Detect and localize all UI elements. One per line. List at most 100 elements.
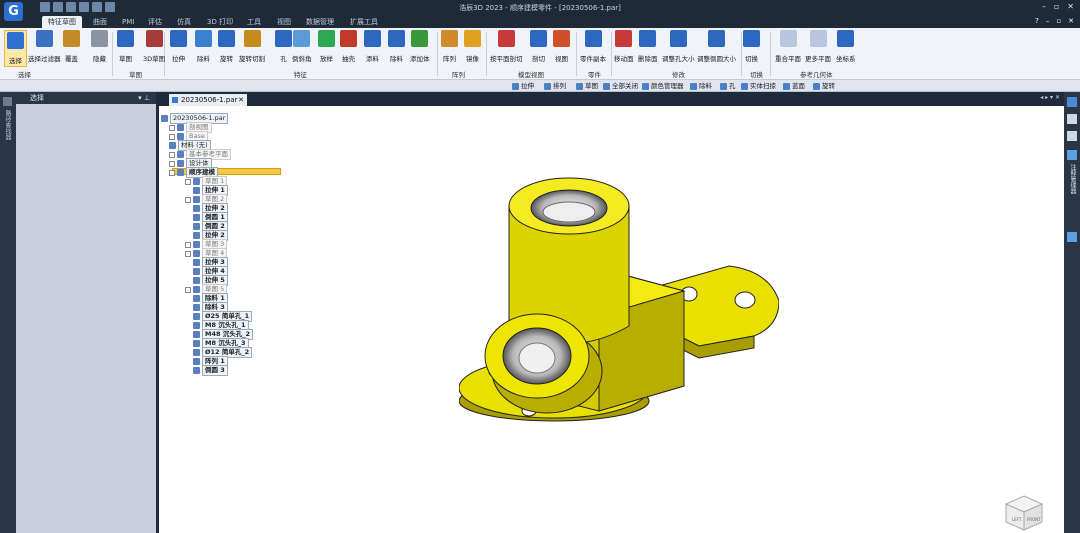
cmd-revolve[interactable]: 旋转 bbox=[813, 81, 835, 91]
tab-nav-arrows[interactable]: ◂ ▸ ▾ ✕ bbox=[1040, 94, 1060, 101]
ribbon-section-button[interactable]: 剖切 bbox=[530, 30, 547, 63]
ribbon-selection-filter-button[interactable]: 选择过滤器 bbox=[28, 30, 61, 63]
help-button[interactable]: ? bbox=[1035, 17, 1039, 25]
annotation-manager-label[interactable]: 注释管理器 bbox=[1068, 164, 1077, 194]
search-icon[interactable] bbox=[1067, 232, 1077, 242]
ribbon-view-button[interactable]: 视图 bbox=[553, 30, 570, 63]
tab-tools[interactable]: 工具 bbox=[247, 16, 261, 28]
doc-restore-button[interactable]: ▫ bbox=[1056, 17, 1061, 25]
view-cube[interactable]: LEFT FRONT bbox=[1002, 494, 1046, 532]
divider bbox=[741, 32, 742, 76]
ribbon-loft-button[interactable]: 放样 bbox=[318, 30, 335, 63]
ribbon-resize-hole-button[interactable]: 调整孔大小 bbox=[662, 30, 695, 63]
tab-surface[interactable]: 曲面 bbox=[93, 16, 107, 28]
doc-minimize-button[interactable]: – bbox=[1046, 17, 1050, 25]
more-planes-icon bbox=[809, 30, 827, 47]
ribbon-extrude-button[interactable]: 拉伸 bbox=[170, 30, 187, 63]
feature-icon bbox=[193, 259, 200, 266]
ribbon-sketch-button[interactable]: 草图 bbox=[117, 30, 134, 63]
tab-evaluate[interactable]: 评估 bbox=[148, 16, 162, 28]
minimize-button[interactable]: – bbox=[1042, 2, 1046, 11]
tree-checkbox[interactable] bbox=[169, 133, 175, 140]
ribbon-remove-button[interactable]: 除料 bbox=[388, 30, 405, 63]
tree-checkbox[interactable] bbox=[169, 124, 175, 131]
ribbon-hide-button[interactable]: 隐藏 bbox=[91, 30, 108, 63]
3d-viewport[interactable]: 20230506-1.par 剖视图 Base 材料 (无) 基本参考平面 设计体 顺序建模… bbox=[159, 106, 1064, 533]
part-model[interactable] bbox=[459, 176, 779, 426]
ribbon-chamfer-button[interactable]: 倒斜角 bbox=[292, 30, 312, 63]
ribbon-cut-button[interactable]: 除料 bbox=[195, 30, 212, 63]
ribbon-button-label: 孔 bbox=[280, 55, 287, 63]
close-tab-icon[interactable]: ✕ bbox=[238, 94, 244, 106]
restore-button[interactable]: ▫ bbox=[1054, 2, 1059, 11]
cmd-sketch[interactable]: 草图 bbox=[576, 81, 598, 91]
ribbon-mirror-button[interactable]: 镜像 bbox=[464, 30, 481, 63]
annotation-icon[interactable] bbox=[1067, 150, 1077, 160]
ribbon-sweep-button[interactable]: 添料 bbox=[364, 30, 381, 63]
document-tab[interactable]: 20230506-1.par ✕ bbox=[169, 94, 247, 106]
tree-checkbox[interactable] bbox=[185, 178, 191, 185]
coord-system-icon bbox=[837, 30, 855, 47]
cmd-color-manager[interactable]: 颜色管理器 bbox=[642, 81, 684, 91]
cmd-hole[interactable]: 孔 bbox=[720, 81, 736, 91]
tree-node[interactable]: 倒圆 3 bbox=[193, 365, 228, 376]
window-controls: – ▫ ✕ bbox=[1042, 2, 1074, 11]
ribbon-revolve-button[interactable]: 旋转 bbox=[218, 30, 235, 63]
tree-checkbox[interactable] bbox=[169, 169, 175, 176]
ribbon-part-copy-button[interactable]: 零件副本 bbox=[580, 30, 606, 63]
ribbon-cross-section-button[interactable]: 按平面剖切 bbox=[490, 30, 523, 63]
close-button[interactable]: ✕ bbox=[1067, 2, 1074, 11]
tab-3d-print[interactable]: 3D 打印 bbox=[207, 16, 233, 28]
tab-view[interactable]: 视图 bbox=[277, 16, 291, 28]
tree-checkbox[interactable] bbox=[185, 196, 191, 203]
layers-icon[interactable] bbox=[1067, 97, 1077, 107]
cmd-label: 孔 bbox=[729, 82, 736, 90]
cmd-extrude[interactable]: 拉伸 bbox=[512, 81, 534, 91]
library-icon[interactable] bbox=[1067, 114, 1077, 124]
ribbon-button-label: 按平面剖切 bbox=[490, 55, 523, 63]
ribbon-delete-face-button[interactable]: 删除面 bbox=[638, 30, 658, 63]
tab-simulation[interactable]: 仿真 bbox=[177, 16, 191, 28]
ribbon-3d-sketch-button[interactable]: 3D草图 bbox=[143, 30, 165, 63]
ribbon-pattern-button[interactable]: 阵列 bbox=[441, 30, 458, 63]
remove-icon bbox=[388, 30, 405, 47]
ribbon-resize-fillet-button[interactable]: 调整倒圆大小 bbox=[697, 30, 736, 63]
cmd-cut[interactable]: 除料 bbox=[690, 81, 712, 91]
ribbon-hole-button[interactable]: 孔 bbox=[275, 30, 292, 63]
ribbon-coincident-plane-button[interactable]: 重合平面 bbox=[775, 30, 801, 63]
ribbon-button-label: 切换 bbox=[745, 55, 758, 63]
app-logo[interactable]: G bbox=[4, 2, 23, 21]
ribbon-thin-wall-button[interactable]: 抽壳 bbox=[340, 30, 357, 63]
ribbon-more-planes-button[interactable]: 更多平面 bbox=[805, 30, 831, 63]
tree-checkbox[interactable] bbox=[169, 151, 175, 158]
tree-checkbox[interactable] bbox=[185, 241, 191, 248]
ribbon-select-button[interactable]: 选择 bbox=[4, 30, 27, 67]
ribbon-overlay-button[interactable]: 覆盖 bbox=[63, 30, 80, 63]
part-copy-icon bbox=[584, 30, 602, 47]
cmd-close-all[interactable]: 全部关闭 bbox=[603, 81, 638, 91]
ribbon-move-face-button[interactable]: 移动面 bbox=[614, 30, 634, 63]
tab-pmi[interactable]: PMI bbox=[122, 16, 134, 28]
cmd-solid-sweep[interactable]: 实体扫掠 bbox=[741, 81, 776, 91]
tree-checkbox[interactable] bbox=[185, 250, 191, 257]
tree-checkbox[interactable] bbox=[185, 286, 191, 293]
cmd-arrange[interactable]: 排列 bbox=[544, 81, 566, 91]
group-pattern-label: 阵列 bbox=[452, 71, 465, 79]
ribbon-add-body-button[interactable]: 添加体 bbox=[410, 30, 430, 63]
pathfinder-side-label[interactable]: 路径查找器 bbox=[4, 110, 12, 140]
group-model-view-label: 模型视图 bbox=[518, 71, 544, 79]
tab-data-management[interactable]: 数据管理 bbox=[306, 16, 334, 28]
ribbon-coord-system-button[interactable]: 坐标系 bbox=[836, 30, 856, 63]
ribbon: 选择 草图 特征 阵列 模型视图 零件 修改 切换 参考几何体 选择 选择过滤器覆… bbox=[0, 28, 1080, 80]
tab-feature-sketch[interactable]: 特征草图 bbox=[42, 16, 82, 28]
pathfinder-icon[interactable] bbox=[3, 97, 12, 106]
tab-extensions[interactable]: 扩展工具 bbox=[350, 16, 378, 28]
pin-icon[interactable]: ▾ ⊥ bbox=[138, 92, 150, 104]
ribbon-revolve-cut-button[interactable]: 旋转切割 bbox=[239, 30, 265, 63]
cmd-blue-face[interactable]: 蓝面 bbox=[783, 81, 805, 91]
family-icon[interactable] bbox=[1067, 131, 1077, 141]
doc-close-button[interactable]: ✕ bbox=[1068, 17, 1074, 25]
ribbon-cut-ops-button[interactable]: 切换 bbox=[743, 30, 760, 63]
tree-checkbox[interactable] bbox=[169, 160, 175, 167]
feature-icon bbox=[193, 313, 200, 320]
